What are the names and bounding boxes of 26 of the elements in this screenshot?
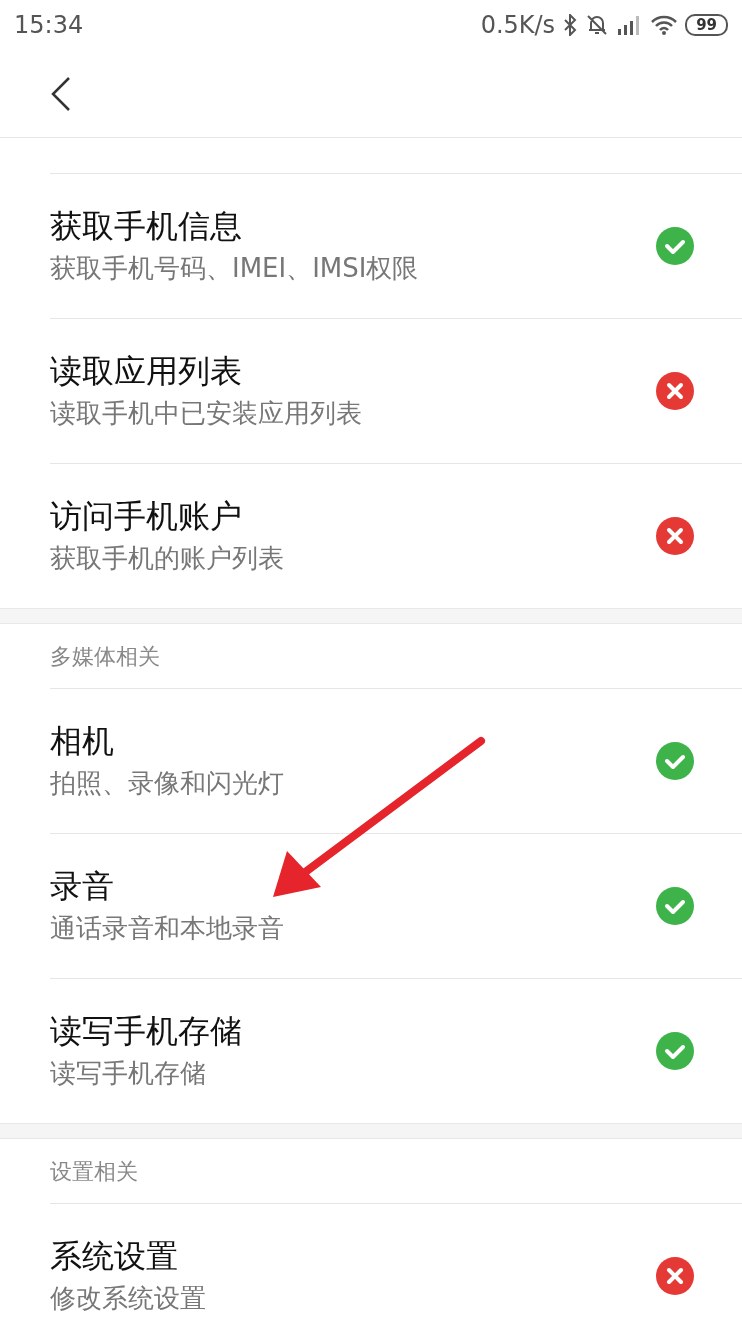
permission-description: 获取手机的账户列表 xyxy=(50,542,285,575)
permission-row[interactable]: 系统设置 修改系统设置 xyxy=(50,1203,742,1318)
permission-row[interactable]: 获取手机信息 获取手机号码、IMEI、IMSI权限 xyxy=(50,173,742,318)
permission-row[interactable]: 相机 拍照、录像和闪光灯 xyxy=(50,688,742,833)
permission-title: 录音 xyxy=(50,866,115,907)
permission-description: 通话录音和本地录音 xyxy=(50,912,285,945)
permission-title: 系统设置 xyxy=(50,1236,179,1277)
permission-description: 读写手机存储 xyxy=(50,1057,207,1090)
back-icon[interactable] xyxy=(50,75,72,112)
section-header: 设置相关 xyxy=(50,1157,138,1186)
permission-description: 读取手机中已安装应用列表 xyxy=(50,397,363,430)
permission-title: 相机 xyxy=(50,721,115,762)
battery-icon: 99 xyxy=(685,14,728,36)
wifi-icon xyxy=(651,15,678,35)
permission-title: 读写手机存储 xyxy=(50,1011,243,1052)
network-speed: 0.5K/s xyxy=(480,10,556,41)
permission-row[interactable]: 读取应用列表 读取手机中已安装应用列表 xyxy=(50,318,742,463)
section-header: 多媒体相关 xyxy=(50,642,160,671)
bluetooth-icon xyxy=(563,14,578,36)
permission-description: 拍照、录像和闪光灯 xyxy=(50,767,285,800)
status-time: 15:34 xyxy=(14,10,84,41)
permission-title: 获取手机信息 xyxy=(50,206,243,247)
permission-title: 访问手机账户 xyxy=(50,496,243,537)
permission-description: 获取手机号码、IMEI、IMSI权限 xyxy=(50,252,420,285)
permission-title: 读取应用列表 xyxy=(50,351,243,392)
permission-description: 修改系统设置 xyxy=(50,1282,207,1315)
